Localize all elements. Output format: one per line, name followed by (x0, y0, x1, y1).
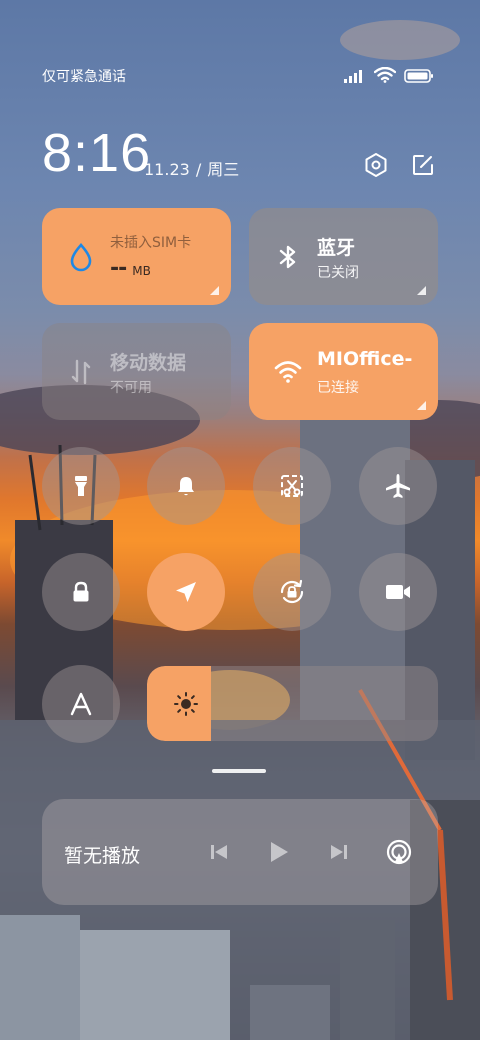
play-button[interactable] (264, 837, 294, 867)
settings-button[interactable] (362, 151, 390, 179)
date-separator: / (195, 160, 202, 179)
scissors-icon (281, 475, 303, 497)
clock-date: 11.23 / 周三 (144, 156, 239, 180)
font-a-icon (70, 692, 92, 716)
next-button[interactable] (324, 837, 354, 867)
tile-expand-corner (417, 401, 426, 410)
rotation-lock-icon (280, 579, 304, 604)
next-icon (331, 845, 347, 859)
toggle-location[interactable] (147, 553, 225, 631)
video-camera-icon (386, 585, 410, 599)
toggle-silent[interactable] (147, 447, 225, 525)
lock-icon (73, 581, 89, 602)
media-player: 暂无播放 (42, 799, 438, 905)
bell-icon (178, 477, 194, 496)
media-title: 暂无播放 (64, 845, 141, 867)
hexagon-settings-icon (365, 153, 387, 177)
sun-icon (174, 692, 198, 716)
sim-usage-value: -- (110, 256, 127, 281)
brightness-slider[interactable] (147, 666, 438, 741)
location-arrow-icon (176, 582, 196, 602)
wifi-icon (274, 361, 302, 383)
sim-title: 未插入SIM卡 (110, 235, 192, 251)
toggle-airplane[interactable] (359, 447, 437, 525)
flashlight-icon (75, 476, 87, 496)
wifi-status: 已连接 (317, 380, 359, 396)
toggle-font[interactable] (42, 665, 120, 743)
tile-mobile-data[interactable]: 移动数据 不可用 (42, 323, 231, 420)
sim-usage-unit: MB (132, 264, 151, 278)
tile-expand-corner (210, 286, 219, 295)
edit-button[interactable] (409, 151, 437, 179)
play-icon (271, 842, 288, 862)
sim-usage: -- MB (110, 256, 151, 281)
battery-icon (404, 68, 434, 87)
bluetooth-icon (279, 245, 296, 269)
date-value: 11.23 (144, 160, 190, 179)
bluetooth-title: 蓝牙 (317, 237, 356, 259)
toggle-rotation-lock[interactable] (253, 553, 331, 631)
toggle-lock[interactable] (42, 553, 120, 631)
water-drop-icon (70, 243, 92, 272)
edit-icon (413, 155, 433, 175)
previous-button[interactable] (204, 837, 234, 867)
tile-expand-corner (417, 286, 426, 295)
signal-icon (344, 68, 366, 87)
tile-bluetooth[interactable]: 蓝牙 已关闭 (249, 208, 438, 305)
toggle-screenshot[interactable] (253, 447, 331, 525)
drag-handle[interactable] (212, 769, 266, 773)
clock-time: 8:16 (42, 123, 152, 183)
cast-icon (386, 839, 412, 865)
wifi-status-icon (373, 66, 397, 87)
toggle-screen-record[interactable] (359, 553, 437, 631)
tile-wifi[interactable]: MIOffice- 已连接 (249, 323, 438, 420)
bluetooth-status: 已关闭 (317, 265, 359, 281)
mobile-data-title: 移动数据 (110, 352, 187, 374)
tile-sim-data[interactable]: 未插入SIM卡 -- MB (42, 208, 231, 305)
audio-output-button[interactable] (384, 837, 414, 867)
wifi-title: MIOffice- (317, 348, 413, 370)
toggle-flashlight[interactable] (42, 447, 120, 525)
carrier-label: 仅可紧急通话 (42, 69, 126, 85)
previous-icon (211, 845, 227, 859)
data-arrows-icon (71, 359, 91, 385)
mobile-data-status: 不可用 (110, 380, 152, 396)
airplane-icon (386, 474, 410, 498)
status-bar: 仅可紧急通话 (42, 62, 440, 90)
weekday: 周三 (207, 160, 240, 179)
